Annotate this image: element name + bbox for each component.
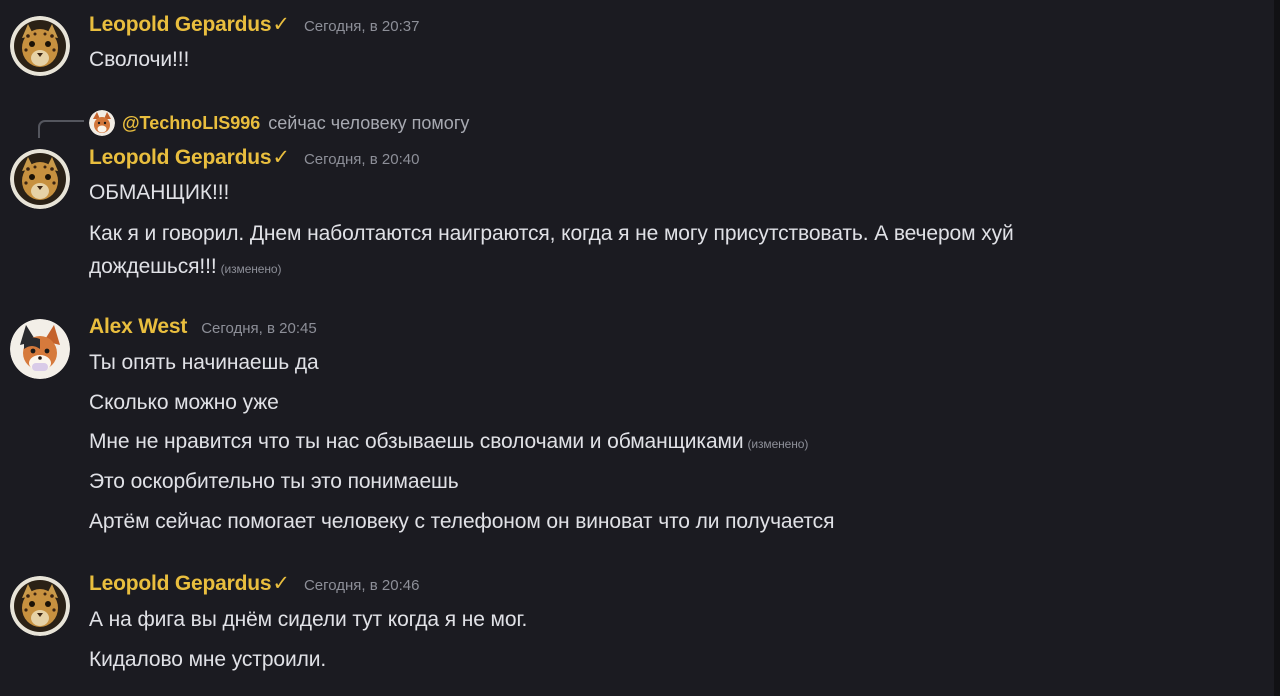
message-text: Ты опять начинаешь да — [89, 351, 319, 374]
message-text: Как я и говорил. Днем наболтаются наигра… — [89, 222, 1014, 245]
message-text: дождешься!!! (изменено) — [89, 252, 281, 284]
timestamp[interactable]: Сегодня, в 20:46 — [304, 577, 420, 594]
username[interactable]: Alex West — [89, 315, 187, 339]
message-text: Сколько можно уже — [89, 391, 279, 414]
message-text-content: дождешься!!! — [89, 255, 217, 278]
checkmark-icon: ✓ — [272, 13, 290, 36]
message-text: Кидалово мне устроили. — [89, 648, 327, 671]
timestamp[interactable]: Сегодня, в 20:37 — [304, 18, 420, 35]
leopard-avatar-icon[interactable] — [10, 16, 70, 76]
timestamp[interactable]: Сегодня, в 20:40 — [304, 151, 420, 168]
message-text: А на фига вы днём сидели тут когда я не … — [89, 608, 528, 631]
message-text-content: Мне не нравится что ты нас обзываешь сво… — [89, 430, 744, 453]
username[interactable]: Leopold Gepardus — [89, 572, 272, 596]
username[interactable]: Leopold Gepardus — [89, 13, 272, 37]
message-text: ОБМАНЩИК!!! — [89, 181, 230, 204]
reply-preview[interactable]: @TechnoLIS996 сейчас человеку помогу — [89, 109, 469, 137]
reply-spine — [38, 120, 84, 138]
scroll-edge — [1274, 0, 1280, 696]
message-header: Leopold Gepardus ✓ Сегодня, в 20:46 — [89, 571, 419, 601]
username[interactable]: Leopold Gepardus — [89, 146, 272, 170]
message-text: Это оскорбительно ты это понимаешь — [89, 470, 459, 493]
message-group-2: Leopold Gepardus ✓ Сегодня, в 20:40 ОБМА… — [0, 140, 1272, 290]
message-group-4: Leopold Gepardus ✓ Сегодня, в 20:46 А на… — [0, 566, 1272, 696]
timestamp[interactable]: Сегодня, в 20:45 — [201, 320, 317, 337]
message-text: Артём сейчас помогает человеку с телефон… — [89, 510, 835, 533]
leopard-avatar-icon[interactable] — [10, 576, 70, 636]
checkmark-icon: ✓ — [272, 146, 290, 169]
message-text: Сволочи!!! — [89, 48, 190, 71]
message-text: Мне не нравится что ты нас обзываешь сво… — [89, 427, 808, 459]
edited-label: (изменено) — [747, 437, 809, 451]
checkmark-icon: ✓ — [272, 572, 290, 595]
message-header: Leopold Gepardus ✓ Сегодня, в 20:37 — [89, 12, 419, 42]
fox-avatar-icon[interactable] — [10, 319, 70, 379]
reply-text[interactable]: сейчас человеку помогу — [268, 113, 469, 134]
message-header: Alex West Сегодня, в 20:45 — [89, 315, 317, 345]
message-group-3: Alex West Сегодня, в 20:45 Ты опять начи… — [0, 310, 1272, 540]
edited-label: (изменено) — [220, 262, 282, 276]
fox-avatar-icon — [89, 110, 115, 136]
message-group-1: Leopold Gepardus ✓ Сегодня, в 20:37 Свол… — [0, 0, 1272, 100]
reply-mention[interactable]: @TechnoLIS996 — [122, 113, 260, 134]
leopard-avatar-icon[interactable] — [10, 149, 70, 209]
message-header: Leopold Gepardus ✓ Сегодня, в 20:40 — [89, 145, 419, 175]
